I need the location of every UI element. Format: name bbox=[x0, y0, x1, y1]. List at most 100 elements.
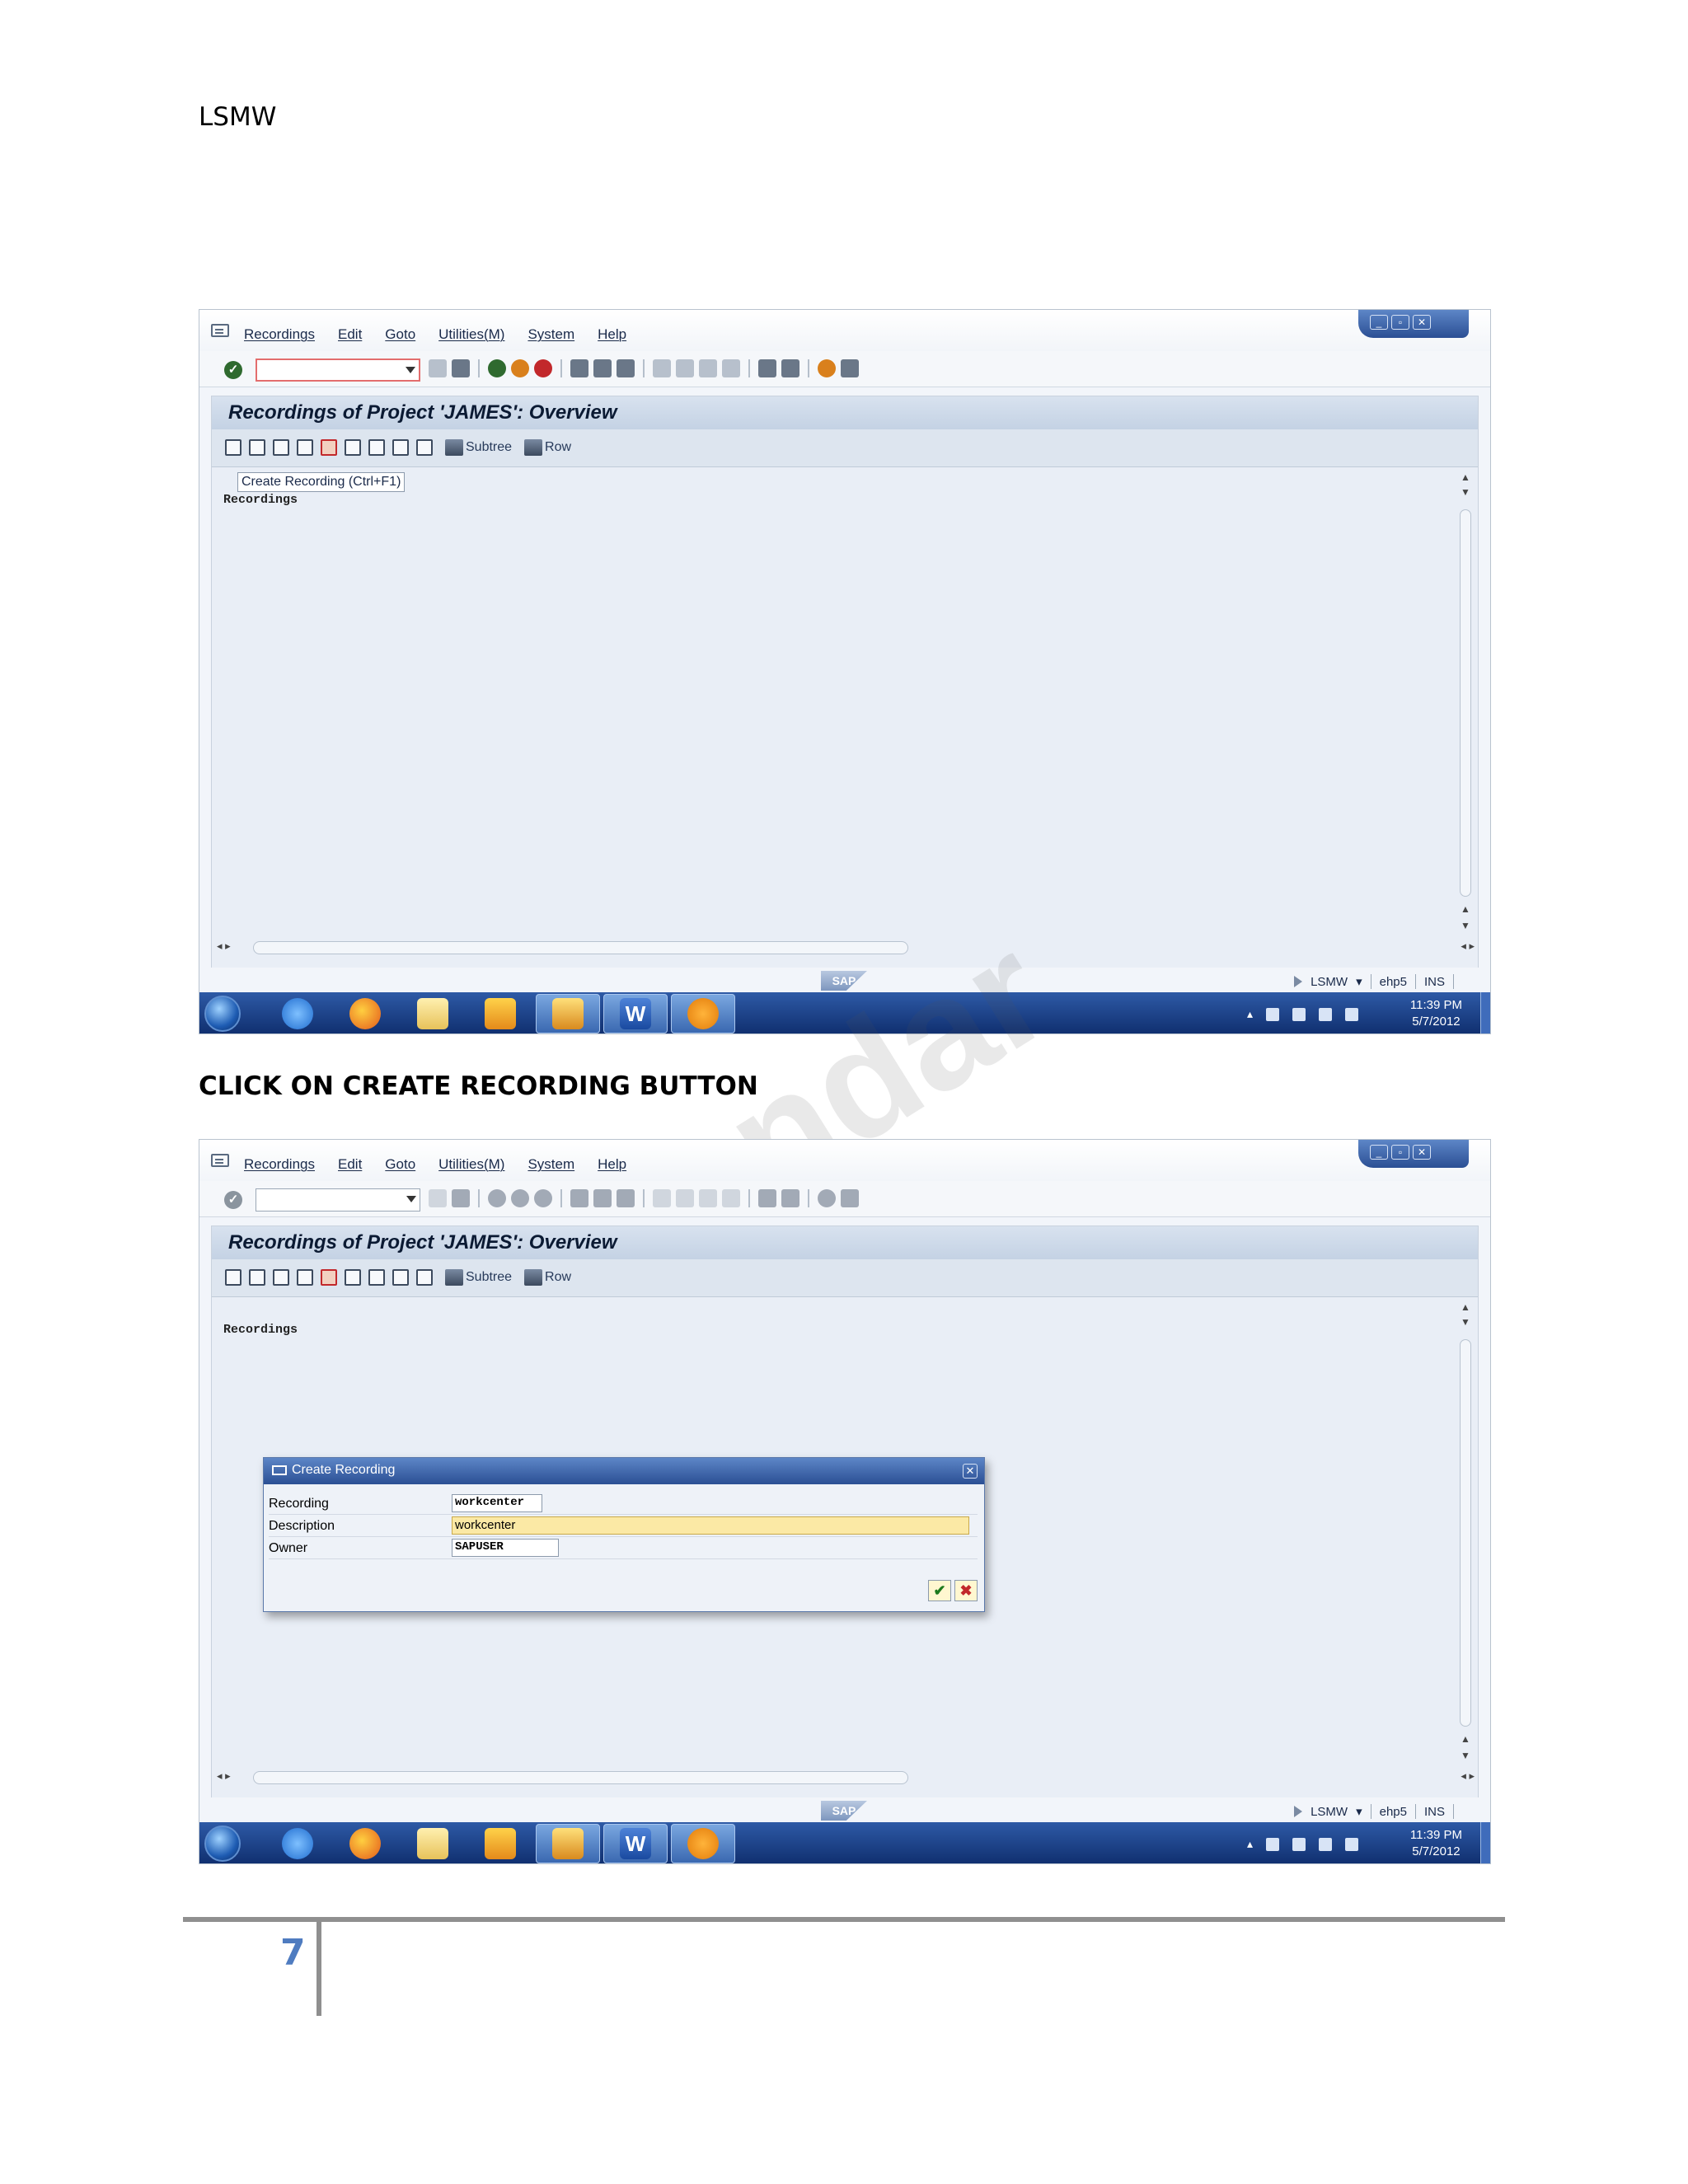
vertical-scroll-track[interactable] bbox=[1460, 509, 1471, 897]
vertical-scroll-track[interactable] bbox=[1460, 1339, 1471, 1727]
taskbar-ie[interactable] bbox=[265, 1824, 330, 1863]
scroll-right-icon[interactable]: ◂ ▸ bbox=[1461, 940, 1475, 953]
help-icon[interactable] bbox=[818, 359, 836, 377]
print-icon[interactable] bbox=[570, 1189, 588, 1207]
tree-root-recordings[interactable]: Recordings bbox=[223, 1323, 298, 1337]
expand-icon[interactable] bbox=[392, 1269, 409, 1286]
menu-recordings[interactable]: Recordings bbox=[244, 326, 315, 343]
scroll-down-icon[interactable]: ▼ bbox=[1461, 487, 1470, 497]
command-field[interactable] bbox=[256, 1188, 420, 1212]
layout-menu-icon[interactable] bbox=[841, 1189, 859, 1207]
display-glasses-icon[interactable] bbox=[273, 1269, 289, 1286]
network-signal-icon[interactable] bbox=[1319, 1837, 1332, 1851]
scroll-down-icon[interactable]: ▼ bbox=[1461, 921, 1470, 930]
menu-utilities[interactable]: Utilities(M) bbox=[438, 1156, 504, 1173]
first-page-icon[interactable] bbox=[653, 359, 671, 377]
create-recording-icon[interactable] bbox=[225, 1269, 241, 1286]
network-signal-icon[interactable] bbox=[1319, 1007, 1332, 1021]
taskbar-firefox[interactable] bbox=[333, 1824, 397, 1863]
taskbar-explorer[interactable] bbox=[401, 1824, 465, 1863]
delete-icon[interactable] bbox=[345, 1269, 361, 1286]
vertical-scrollbar[interactable]: ▲ ▼ ▲ ▼ bbox=[1456, 472, 1473, 934]
action-center-flag-icon[interactable] bbox=[1266, 1837, 1279, 1851]
row-button[interactable]: Row bbox=[524, 439, 571, 456]
shortcut-icon[interactable] bbox=[781, 1189, 799, 1207]
print-icon[interactable] bbox=[570, 359, 588, 377]
exit-icon[interactable] bbox=[511, 1189, 529, 1207]
menu-goto[interactable]: Goto bbox=[385, 1156, 415, 1173]
owner-field[interactable]: SAPUSER bbox=[452, 1539, 559, 1557]
taskbar-sap[interactable] bbox=[536, 1824, 600, 1863]
scroll-down-icon[interactable]: ▼ bbox=[1461, 1317, 1470, 1327]
command-field[interactable] bbox=[256, 359, 420, 382]
scroll-down-icon[interactable]: ▼ bbox=[1461, 1750, 1470, 1760]
menu-system[interactable]: System bbox=[528, 1156, 574, 1173]
taskbar-app[interactable] bbox=[671, 1824, 735, 1863]
previous-page-icon[interactable] bbox=[676, 1189, 694, 1207]
chevron-down-icon[interactable]: ▾ bbox=[1356, 974, 1362, 989]
restore-icon[interactable]: ▫ bbox=[1391, 315, 1409, 330]
taskbar-sap[interactable] bbox=[536, 994, 600, 1033]
enter-icon[interactable]: ✓ bbox=[224, 361, 242, 379]
volume-muted-icon[interactable] bbox=[1345, 1007, 1358, 1021]
menu-icon[interactable] bbox=[211, 324, 229, 337]
taskbar-media[interactable] bbox=[468, 994, 532, 1033]
menu-goto[interactable]: Goto bbox=[385, 326, 415, 343]
find-next-icon[interactable] bbox=[617, 359, 635, 377]
menu-help[interactable]: Help bbox=[598, 326, 626, 343]
hierarchy-icon[interactable] bbox=[368, 439, 385, 456]
power-icon[interactable] bbox=[1292, 1837, 1306, 1851]
edit-pencil-icon[interactable] bbox=[249, 1269, 265, 1286]
close-icon[interactable]: ✕ bbox=[963, 1464, 978, 1479]
previous-page-icon[interactable] bbox=[676, 359, 694, 377]
status-transaction[interactable]: LSMW bbox=[1311, 975, 1348, 989]
restore-icon[interactable]: ▫ bbox=[1391, 1145, 1409, 1160]
menu-system[interactable]: System bbox=[528, 326, 574, 343]
find-next-icon[interactable] bbox=[617, 1189, 635, 1207]
copy-icon[interactable] bbox=[297, 1269, 313, 1286]
cancel-icon[interactable] bbox=[534, 359, 552, 377]
back-arrow-icon[interactable] bbox=[429, 1189, 447, 1207]
help-icon[interactable] bbox=[818, 1189, 836, 1207]
next-page-icon[interactable] bbox=[699, 359, 717, 377]
menu-icon[interactable] bbox=[211, 1154, 229, 1167]
enter-icon[interactable]: ✓ bbox=[224, 1191, 242, 1209]
back-icon[interactable] bbox=[488, 1189, 506, 1207]
last-page-icon[interactable] bbox=[722, 359, 740, 377]
scroll-up-icon[interactable]: ▲ bbox=[1461, 1734, 1470, 1744]
menu-edit[interactable]: Edit bbox=[338, 326, 362, 343]
tray-expand-icon[interactable]: ▴ bbox=[1247, 1837, 1253, 1851]
scroll-up-icon[interactable]: ▲ bbox=[1461, 904, 1470, 914]
show-desktop-button[interactable] bbox=[1480, 1822, 1490, 1863]
status-mode[interactable]: INS bbox=[1424, 1805, 1445, 1819]
exit-icon[interactable] bbox=[511, 359, 529, 377]
taskbar-ie[interactable] bbox=[265, 994, 330, 1033]
start-button-icon[interactable] bbox=[204, 996, 241, 1032]
horizontal-scroll-track[interactable] bbox=[253, 1771, 908, 1784]
chevron-down-icon[interactable] bbox=[406, 367, 415, 373]
cancel-x-icon[interactable]: ✖ bbox=[954, 1580, 978, 1601]
find-icon[interactable] bbox=[593, 359, 612, 377]
menu-edit[interactable]: Edit bbox=[338, 1156, 362, 1173]
close-icon[interactable]: ✕ bbox=[1413, 1145, 1431, 1160]
taskbar-word[interactable]: W bbox=[603, 994, 668, 1033]
scroll-up-icon[interactable]: ▲ bbox=[1461, 1302, 1470, 1312]
minimize-icon[interactable]: _ bbox=[1370, 315, 1388, 330]
scroll-left-icon[interactable]: ◂ ▸ bbox=[217, 1769, 231, 1783]
recording-field[interactable]: workcenter bbox=[452, 1494, 542, 1512]
collapse-icon[interactable] bbox=[416, 439, 433, 456]
action-center-flag-icon[interactable] bbox=[1266, 1007, 1279, 1021]
menu-help[interactable]: Help bbox=[598, 1156, 626, 1173]
volume-muted-icon[interactable] bbox=[1345, 1837, 1358, 1851]
status-mode[interactable]: INS bbox=[1424, 975, 1445, 989]
close-icon[interactable]: ✕ bbox=[1413, 315, 1431, 330]
save-icon[interactable] bbox=[452, 359, 470, 377]
taskbar-app[interactable] bbox=[671, 994, 735, 1033]
collapse-icon[interactable] bbox=[416, 1269, 433, 1286]
row-button[interactable]: Row bbox=[524, 1269, 571, 1286]
minimize-icon[interactable]: _ bbox=[1370, 1145, 1388, 1160]
chevron-down-icon[interactable] bbox=[406, 1196, 416, 1202]
taskbar-explorer[interactable] bbox=[401, 994, 465, 1033]
new-session-icon[interactable] bbox=[758, 359, 776, 377]
start-button-icon[interactable] bbox=[204, 1825, 241, 1862]
